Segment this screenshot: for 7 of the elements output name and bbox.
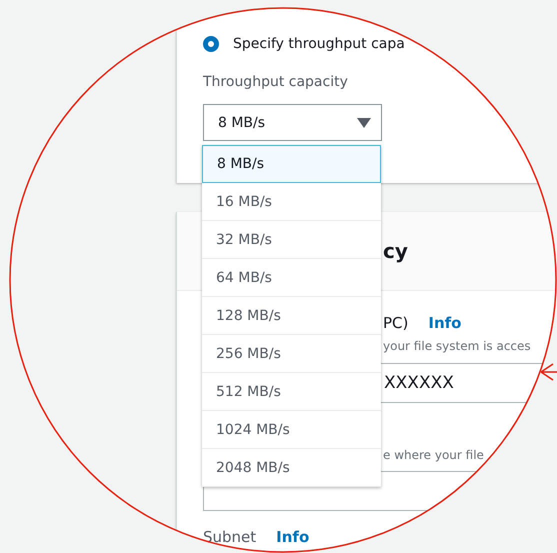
field-label: Subnet xyxy=(203,528,256,546)
field-label: PC) xyxy=(383,314,408,332)
section-heading: cy xyxy=(383,239,408,263)
radio-label: Specify throughput capa xyxy=(233,36,405,52)
field-description: e where your file xyxy=(383,448,484,462)
field-description: your file system is acces xyxy=(383,339,531,353)
field-label: Throughput capacity xyxy=(203,74,349,92)
